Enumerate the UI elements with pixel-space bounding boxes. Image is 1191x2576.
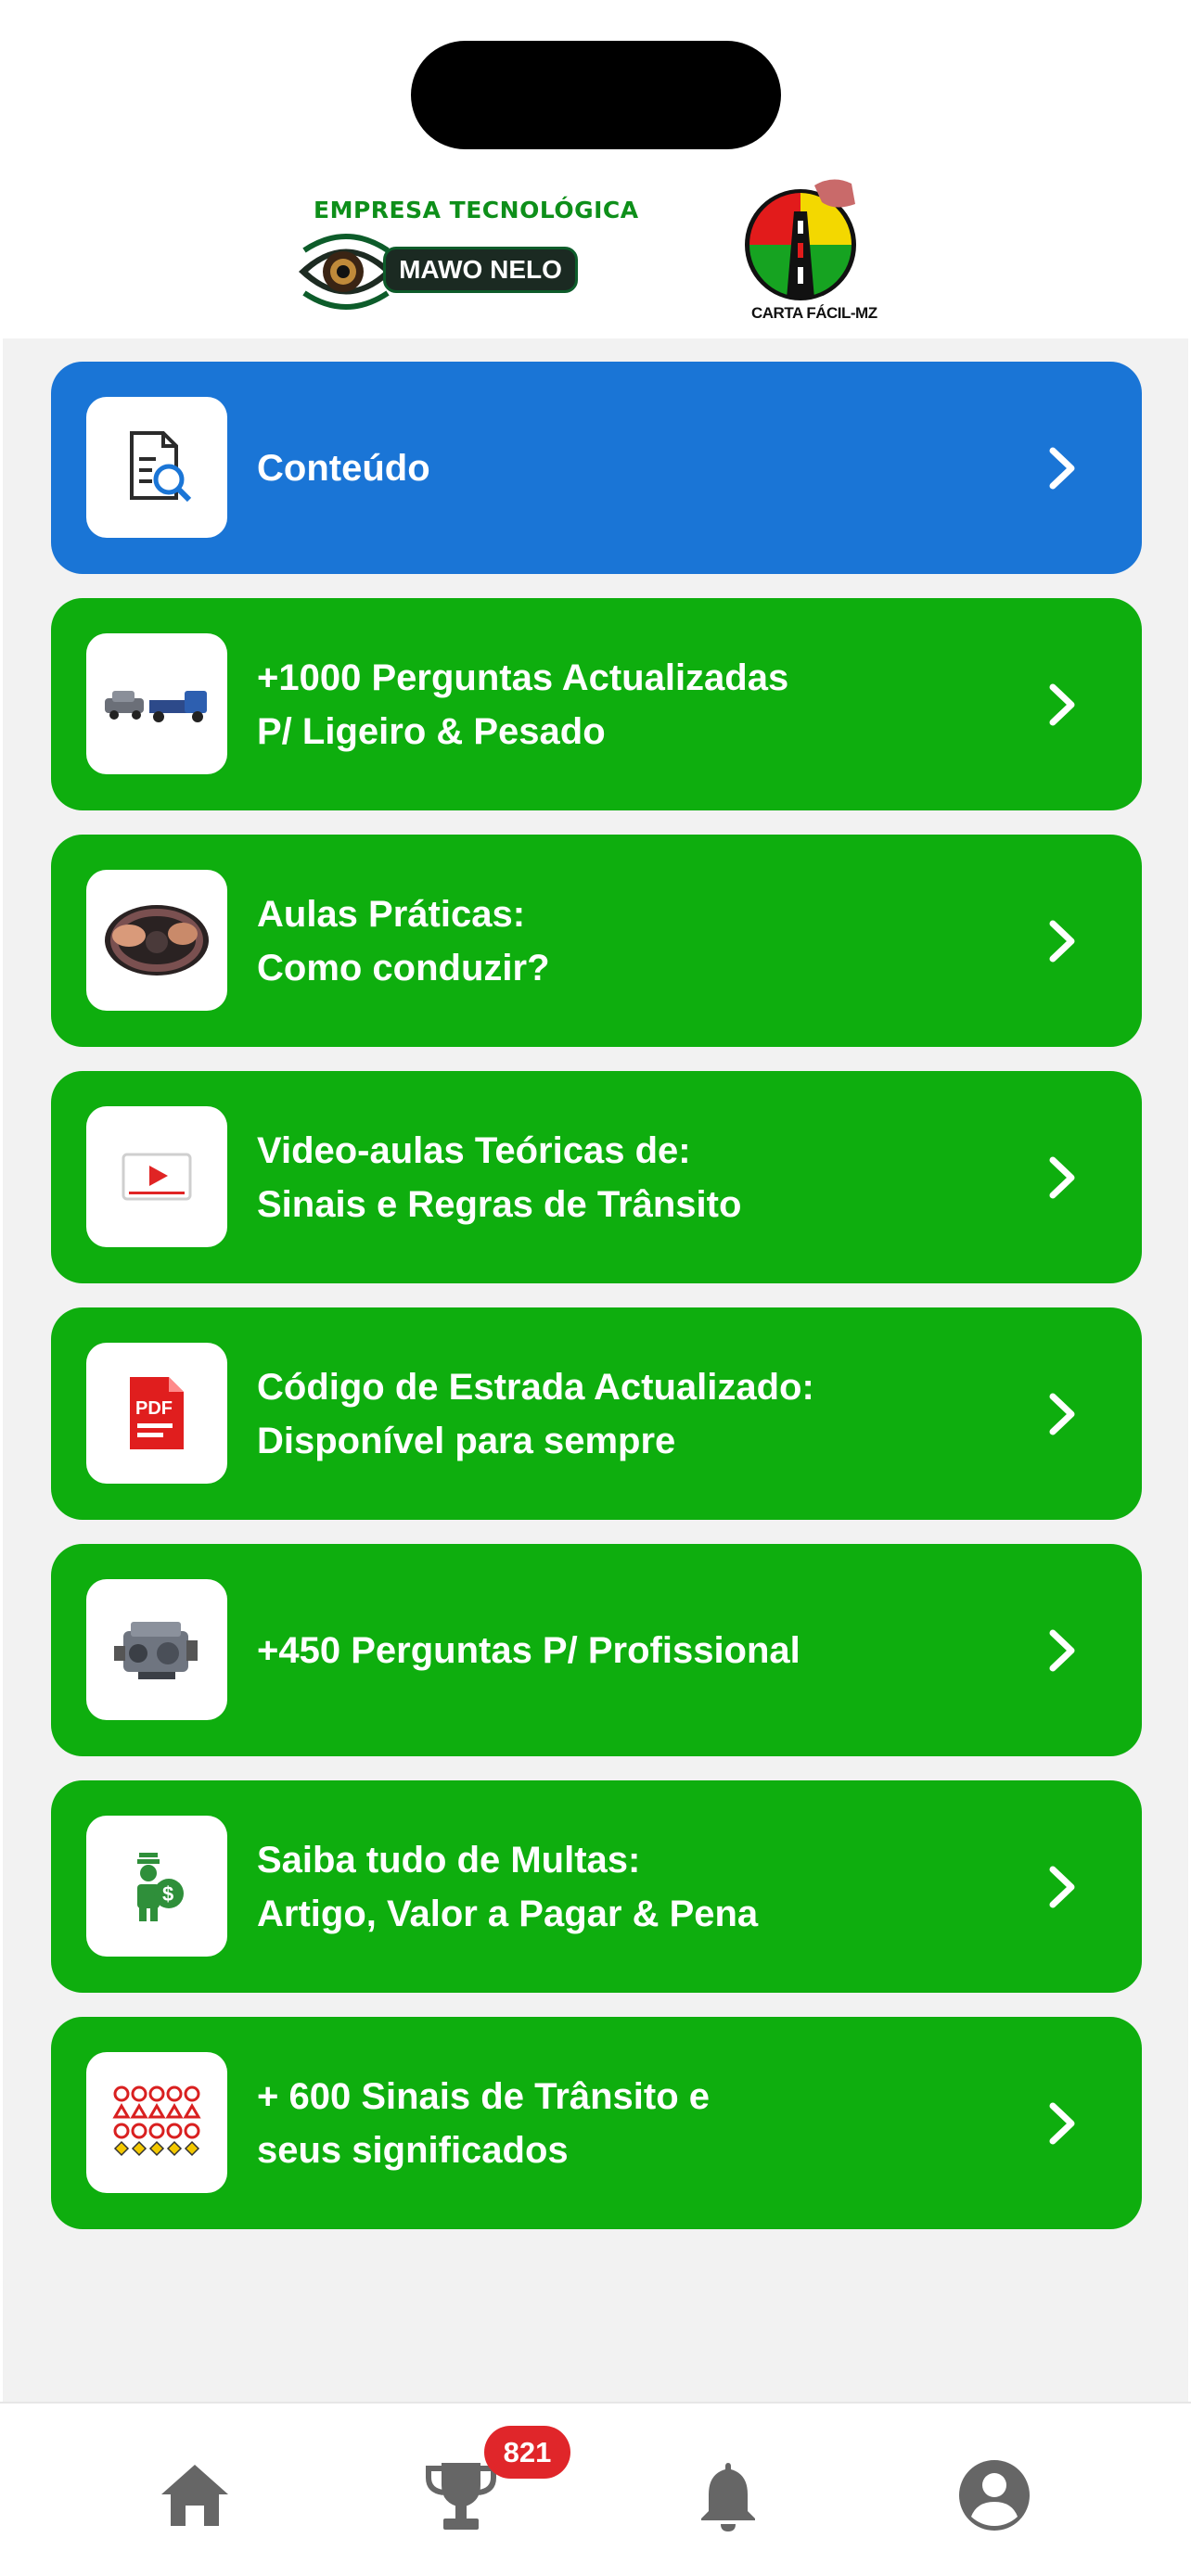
menu-item-conteudo[interactable]: Conteúdo (51, 362, 1142, 574)
menu-item-perguntas-ligeiro-pesado[interactable]: +1000 Perguntas Actualizadas P/ Ligeiro … (51, 598, 1142, 810)
bottom-nav: 821 (0, 2402, 1191, 2576)
chevron-right-icon (1049, 447, 1075, 490)
svg-text:PDF: PDF (135, 1398, 173, 1419)
pdf-file-icon: PDF (86, 1343, 227, 1484)
chevron-right-icon (1049, 2102, 1075, 2145)
chevron-right-icon (1049, 1393, 1075, 1435)
steering-wheel-icon (86, 870, 227, 1011)
nav-notifications-button[interactable] (686, 2454, 770, 2537)
mawo-nelo-logo: EMPRESA TECNOLÓGICA MAWO NELO (295, 197, 638, 317)
trophy-icon (426, 2463, 496, 2530)
menu-item-perguntas-profissional[interactable]: +450 Perguntas P/ Profissional (51, 1544, 1142, 1756)
menu-label-line2: P/ Ligeiro & Pesado (257, 710, 606, 752)
traffic-signs-icon (86, 2052, 227, 2193)
menu-label: Video-aulas Teóricas de: Sinais e Regras… (257, 1071, 1036, 1283)
device-notch (411, 41, 781, 149)
bell-icon (701, 2463, 755, 2531)
menu-label: Saiba tudo de Multas: Artigo, Valor a Pa… (257, 1780, 1036, 1993)
menu-item-multas[interactable]: $ Saiba tudo de Multas: Artigo, Valor a … (51, 1780, 1142, 1993)
menu-label: + 600 Sinais de Trânsito e seus signific… (257, 2017, 1036, 2229)
brand-name: MAWO NELO (383, 247, 578, 293)
chevron-right-icon (1049, 683, 1075, 726)
document-search-icon (86, 397, 227, 538)
road-shield-icon (745, 179, 856, 300)
svg-text:$: $ (162, 1882, 173, 1906)
menu-label: Conteúdo (257, 362, 1036, 574)
engine-icon (86, 1579, 227, 1720)
menu-label-line1: Aulas Práticas: (257, 893, 526, 935)
video-player-icon (86, 1106, 227, 1247)
menu-label-line1: +1000 Perguntas Actualizadas (257, 657, 789, 698)
menu-item-sinais-transito[interactable]: + 600 Sinais de Trânsito e seus signific… (51, 2017, 1142, 2229)
menu-label-line1: Código de Estrada Actualizado: (257, 1366, 814, 1408)
chevron-right-icon (1049, 1629, 1075, 1672)
menu-item-video-aulas[interactable]: Video-aulas Teóricas de: Sinais e Regras… (51, 1071, 1142, 1283)
menu-label-line2: Sinais e Regras de Trânsito (257, 1183, 742, 1225)
menu-label-line1: + 600 Sinais de Trânsito e (257, 2075, 711, 2117)
account-circle-icon (959, 2460, 1030, 2531)
menu-item-aulas-praticas[interactable]: Aulas Práticas: Como conduzir? (51, 835, 1142, 1047)
menu-item-codigo-estrada[interactable]: PDF Código de Estrada Actualizado: Dispo… (51, 1307, 1142, 1520)
menu-label-line2: Disponível para sempre (257, 1420, 676, 1461)
menu-label-line1: Video-aulas Teóricas de: (257, 1129, 691, 1171)
menu-label: Aulas Práticas: Como conduzir? (257, 835, 1036, 1047)
chevron-right-icon (1049, 1156, 1075, 1199)
menu-label-line2: Artigo, Valor a Pagar & Pena (257, 1893, 759, 1934)
vehicles-icon (86, 633, 227, 774)
brand-tagline: EMPRESA TECNOLÓGICA (314, 197, 639, 223)
trophy-badge: 821 (484, 2426, 570, 2479)
menu-label: Código de Estrada Actualizado: Disponíve… (257, 1307, 1036, 1520)
menu-label-line1: Saiba tudo de Multas: (257, 1839, 641, 1881)
menu-label-line1: Conteúdo (257, 447, 430, 489)
nav-profile-button[interactable] (953, 2454, 1036, 2537)
menu-label-line2: Como conduzir? (257, 947, 550, 988)
nav-home-button[interactable] (153, 2454, 237, 2537)
brand-right-name: CARTA FÁCIL-MZ (751, 304, 877, 322)
menu-label-line1: +450 Perguntas P/ Profissional (257, 1629, 800, 1671)
chevron-right-icon (1049, 920, 1075, 963)
menu-label: +1000 Perguntas Actualizadas P/ Ligeiro … (257, 598, 1036, 810)
carta-facil-logo: CARTA FÁCIL-MZ (733, 174, 877, 327)
home-icon (161, 2465, 228, 2526)
eye-logo-icon (299, 234, 393, 310)
menu-label: +450 Perguntas P/ Profissional (257, 1544, 1036, 1756)
menu-label-line2: seus significados (257, 2129, 569, 2171)
chevron-right-icon (1049, 1866, 1075, 1908)
fine-money-icon: $ (86, 1816, 227, 1957)
